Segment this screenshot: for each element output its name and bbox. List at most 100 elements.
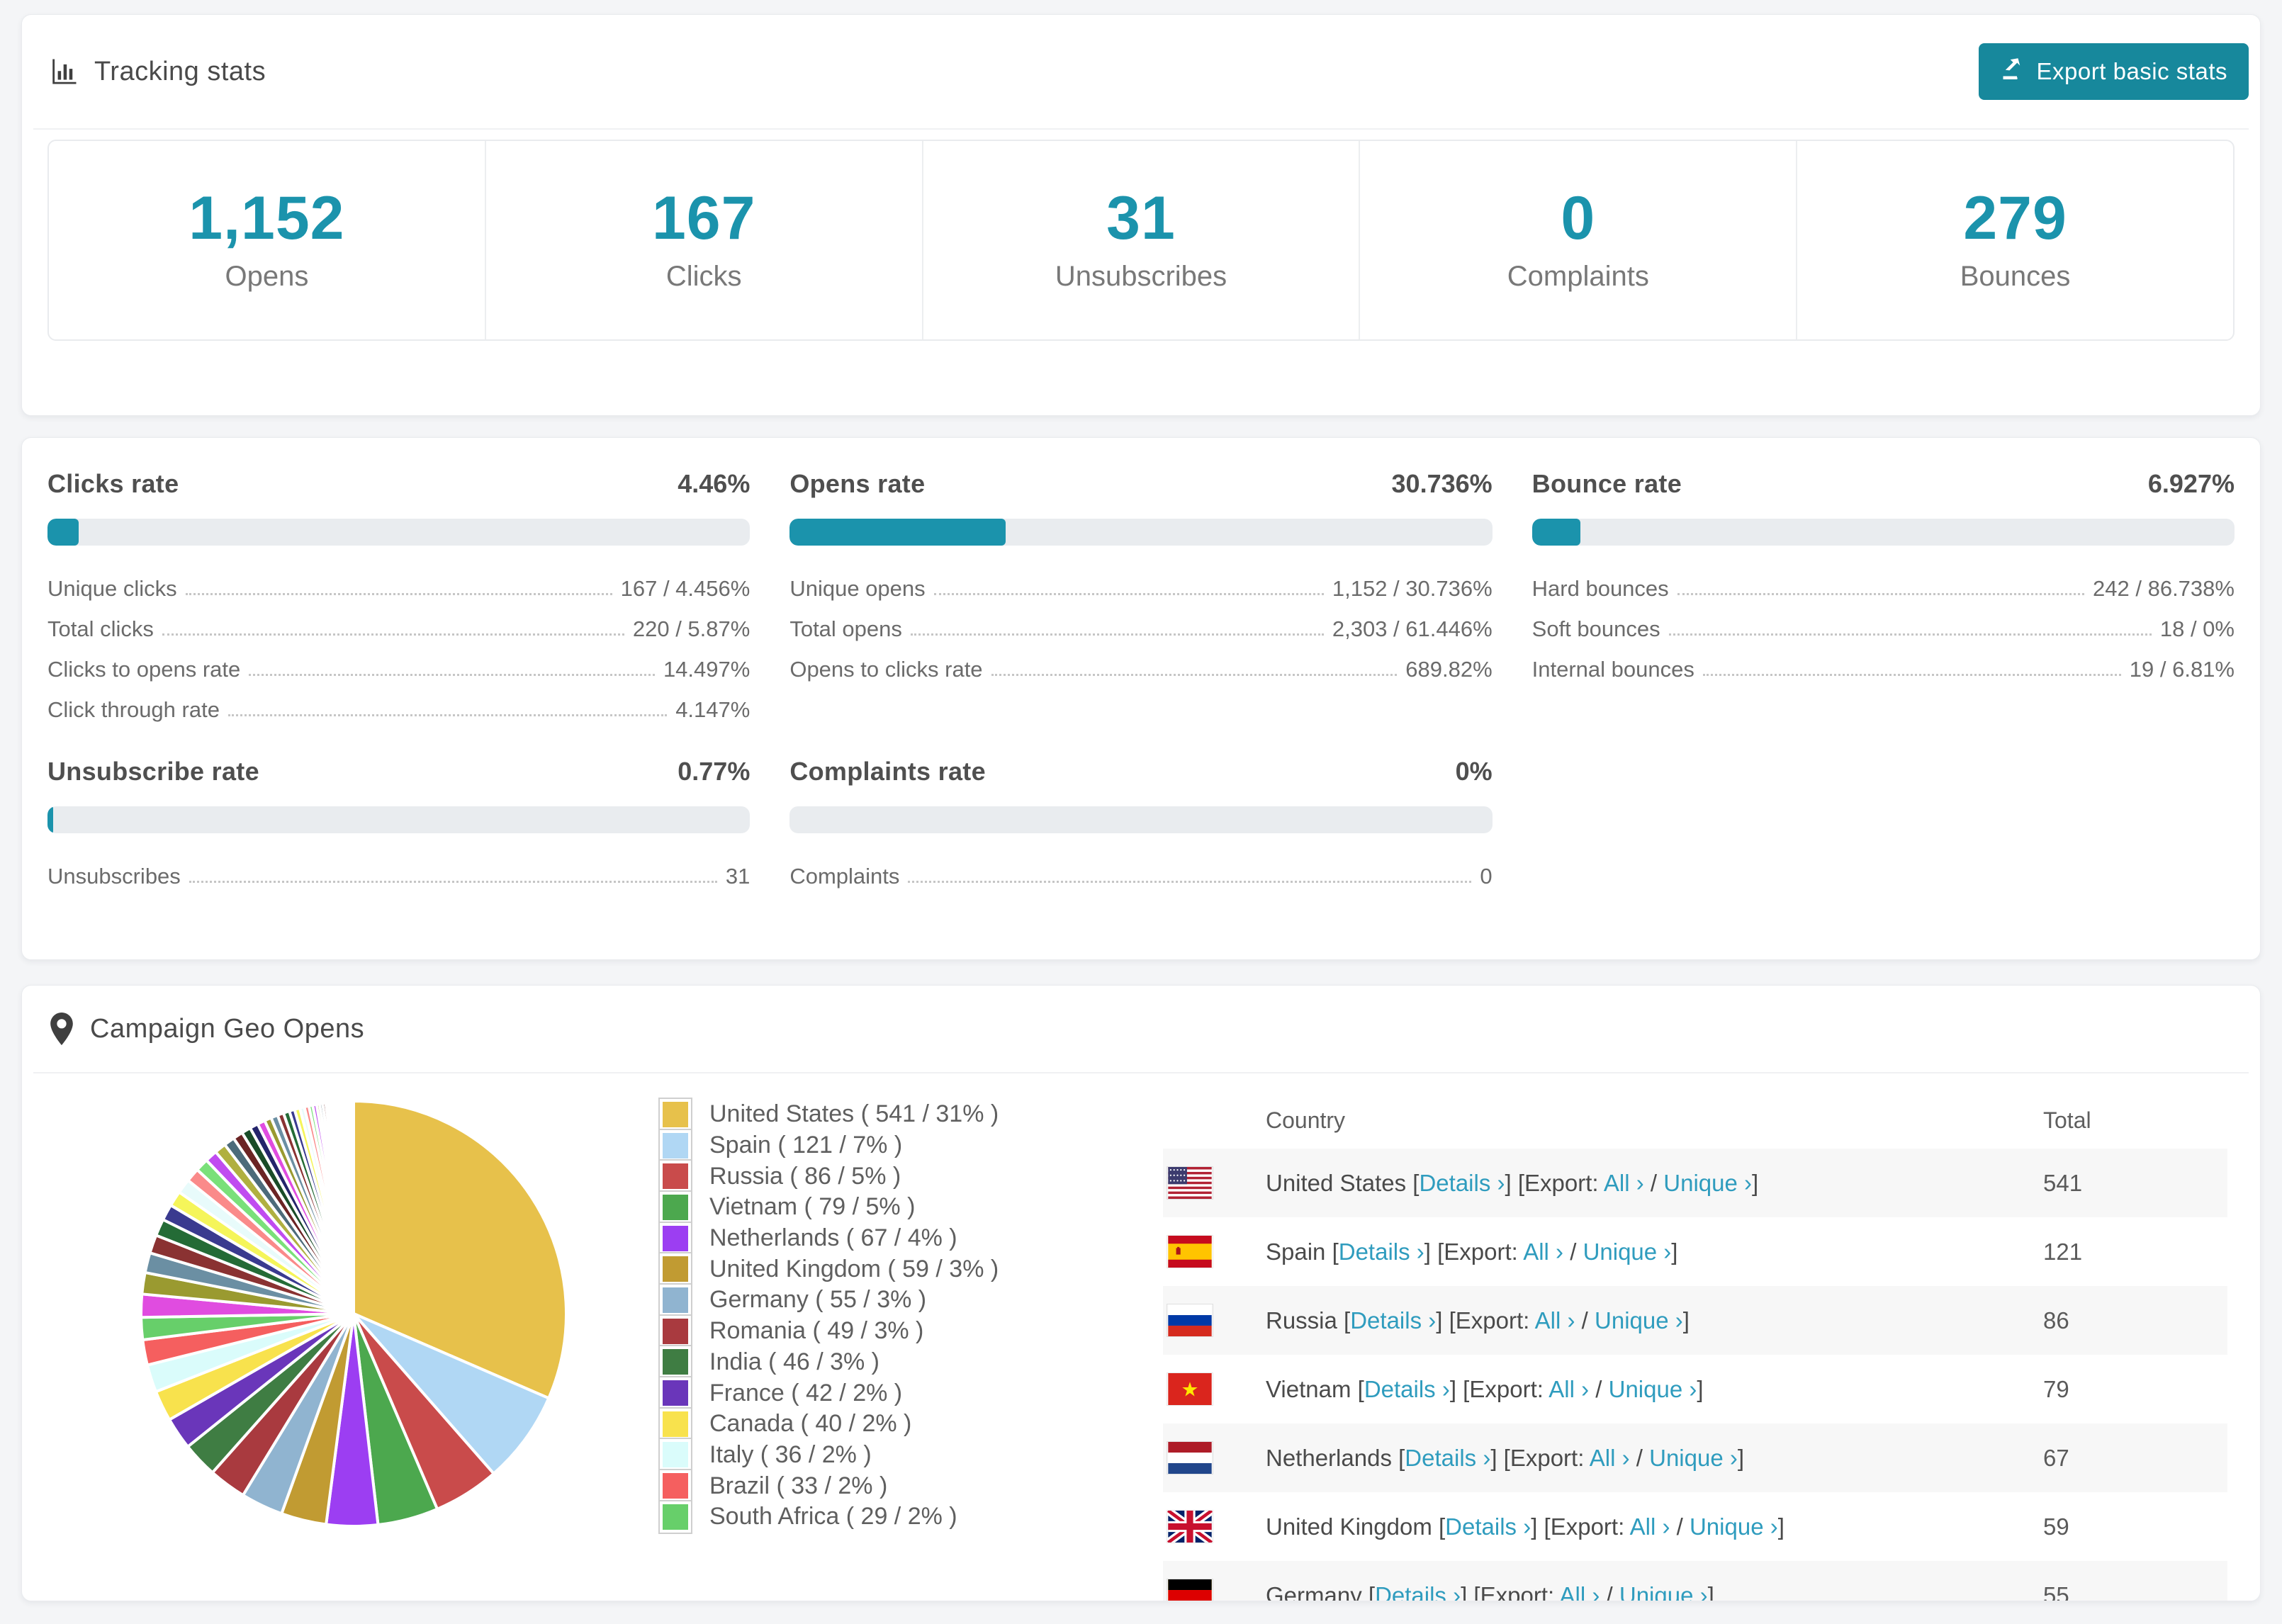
- legend-color-swatch: [658, 1252, 692, 1287]
- details-link[interactable]: Details ›: [1405, 1445, 1490, 1471]
- export-label: Export:: [1469, 1375, 1544, 1402]
- legend-color-swatch: [658, 1190, 692, 1224]
- export-unique-link[interactable]: Unique ›: [1583, 1239, 1672, 1265]
- rate-value: 30.736%: [1391, 469, 1493, 498]
- rate-detail-label: Unique opens: [789, 576, 926, 601]
- details-link[interactable]: Details ›: [1364, 1376, 1450, 1402]
- country-total: 79: [2043, 1375, 2069, 1402]
- country-total: 59: [2043, 1513, 2069, 1540]
- stat-value: 279: [1963, 184, 2067, 252]
- stat-label: Clicks: [665, 261, 742, 292]
- export-label: Export:: [1550, 1513, 1625, 1540]
- export-all-link[interactable]: All ›: [1590, 1445, 1630, 1471]
- legend-item: Italy ( 36 / 2% ): [658, 1438, 999, 1472]
- geo-table-header: Country Total: [1163, 1092, 2227, 1149]
- country-total: 67: [2043, 1444, 2069, 1471]
- geo-table-row: Russia [Details ›] [Export: All › / Uniq…: [1163, 1286, 2227, 1355]
- details-link[interactable]: Details ›: [1375, 1582, 1461, 1601]
- rate-detail-value: 14.497%: [663, 657, 751, 682]
- export-label: Export:: [1524, 1169, 1599, 1196]
- pie-slice-other-52: [351, 1099, 355, 1314]
- rate-block: Opens rate 30.736% Unique opens 1,152 / …: [789, 469, 1493, 723]
- legend-color-swatch: [658, 1345, 692, 1380]
- export-unique-link[interactable]: Unique ›: [1619, 1582, 1708, 1601]
- export-all-link[interactable]: All ›: [1548, 1376, 1589, 1402]
- column-header-country: Country: [1266, 1107, 1346, 1133]
- export-basic-stats-button[interactable]: Export basic stats: [1978, 43, 2249, 100]
- rates-card: Clicks rate 4.46% Unique clicks 167 / 4.…: [21, 437, 2261, 960]
- legend-item: Brazil ( 33 / 2% ): [658, 1469, 999, 1504]
- dotted-leader: [910, 633, 1324, 636]
- export-all-link[interactable]: All ›: [1535, 1307, 1575, 1333]
- country-flag-icon: [1167, 1442, 1213, 1474]
- geo-header: Campaign Geo Opens: [33, 986, 2249, 1073]
- rate-block: Complaints rate 0% Complaints 0: [789, 757, 1493, 889]
- country-total: 55: [2043, 1581, 2069, 1601]
- export-unique-link[interactable]: Unique ›: [1649, 1445, 1738, 1471]
- legend-label: Spain ( 121 / 7% ): [709, 1132, 903, 1159]
- rate-block: Clicks rate 4.46% Unique clicks 167 / 4.…: [47, 469, 751, 723]
- geo-opens-pie-chart[interactable]: [135, 1095, 572, 1532]
- country-flag-icon: [1167, 1236, 1213, 1268]
- export-unique-link[interactable]: Unique ›: [1595, 1307, 1683, 1333]
- rate-detail-value: 242 / 86.738%: [2093, 576, 2235, 601]
- details-link[interactable]: Details ›: [1350, 1307, 1436, 1333]
- export-unique-link[interactable]: Unique ›: [1663, 1170, 1752, 1196]
- rate-detail-value: 2,303 / 61.446%: [1332, 616, 1493, 641]
- legend-item: Germany ( 55 / 3% ): [658, 1282, 999, 1317]
- details-link[interactable]: Details ›: [1339, 1239, 1424, 1265]
- dotted-leader: [1668, 633, 2152, 636]
- details-link[interactable]: Details ›: [1445, 1513, 1531, 1540]
- rate-progress-fill: [1531, 519, 1581, 546]
- country-cell: Vietnam [Details ›] [Export: All › / Uni…: [1266, 1375, 1704, 1402]
- export-all-link[interactable]: All ›: [1604, 1170, 1644, 1196]
- export-unique-link[interactable]: Unique ›: [1690, 1513, 1778, 1540]
- export-all-link[interactable]: All ›: [1523, 1239, 1563, 1265]
- export-label: Export:: [1510, 1444, 1585, 1471]
- country-cell: Spain [Details ›] [Export: All › / Uniqu…: [1266, 1238, 1678, 1265]
- column-header-total: Total: [2043, 1107, 2091, 1133]
- geo-title-text: Campaign Geo Opens: [90, 1013, 365, 1044]
- tracking-stats-title: Tracking stats: [49, 57, 266, 87]
- legend-color-swatch: [658, 1128, 692, 1163]
- dotted-leader: [227, 714, 668, 716]
- legend-label: Netherlands ( 67 / 4% ): [709, 1224, 957, 1252]
- rate-detail-row: Click through rate 4.147%: [47, 682, 750, 723]
- country-name: United Kingdom: [1266, 1513, 1432, 1540]
- legend-label: Romania ( 49 / 3% ): [709, 1317, 924, 1345]
- rate-detail-label: Unique clicks: [47, 576, 177, 601]
- export-icon: [2000, 56, 2025, 87]
- summary-stats-row: 1,152 Opens 167 Clicks 31 Unsubscribes 0…: [47, 140, 2235, 341]
- legend-label: Russia ( 86 / 5% ): [709, 1162, 901, 1190]
- dotted-leader: [189, 881, 717, 883]
- country-name: Spain: [1266, 1238, 1326, 1265]
- summary-stat-cell: 279 Bounces: [1796, 141, 2233, 339]
- rate-progress-fill: [789, 519, 1006, 546]
- export-all-link[interactable]: All ›: [1560, 1582, 1600, 1601]
- geo-country-table: Country Total United States [Details ›] …: [1163, 1092, 2227, 1601]
- rate-title: Bounce rate: [1531, 469, 1682, 498]
- rate-header: Clicks rate 4.46%: [47, 469, 750, 499]
- stat-value: 167: [651, 184, 756, 252]
- rate-detail-value: 1,152 / 30.736%: [1332, 576, 1493, 601]
- export-all-link[interactable]: All ›: [1630, 1513, 1670, 1540]
- legend-item: Spain ( 121 / 7% ): [658, 1128, 999, 1163]
- geo-table-row: Spain [Details ›] [Export: All › / Uniqu…: [1163, 1217, 2227, 1286]
- country-name: Russia: [1266, 1307, 1337, 1333]
- geo-table-row: Netherlands [Details ›] [Export: All › /…: [1163, 1423, 2227, 1492]
- export-unique-link[interactable]: Unique ›: [1609, 1376, 1697, 1402]
- legend-item: Vietnam ( 79 / 5% ): [658, 1190, 999, 1224]
- legend-label: United States ( 541 / 31% ): [709, 1100, 999, 1128]
- legend-color-swatch: [658, 1221, 692, 1256]
- dotted-leader: [185, 593, 612, 595]
- rate-detail-label: Hard bounces: [1531, 576, 1669, 601]
- legend-label: Germany ( 55 / 3% ): [709, 1286, 927, 1314]
- rate-progress-track: [47, 806, 751, 833]
- legend-item: United States ( 541 / 31% ): [658, 1097, 999, 1132]
- dotted-leader: [1702, 674, 2121, 676]
- details-link[interactable]: Details ›: [1419, 1170, 1505, 1196]
- country-flag-icon: [1167, 1167, 1213, 1199]
- rate-detail-row: Total clicks 220 / 5.87%: [47, 602, 750, 642]
- rate-detail-rows: Unique opens 1,152 / 30.736% Total opens…: [789, 561, 1492, 682]
- rate-title: Unsubscribe rate: [47, 757, 259, 786]
